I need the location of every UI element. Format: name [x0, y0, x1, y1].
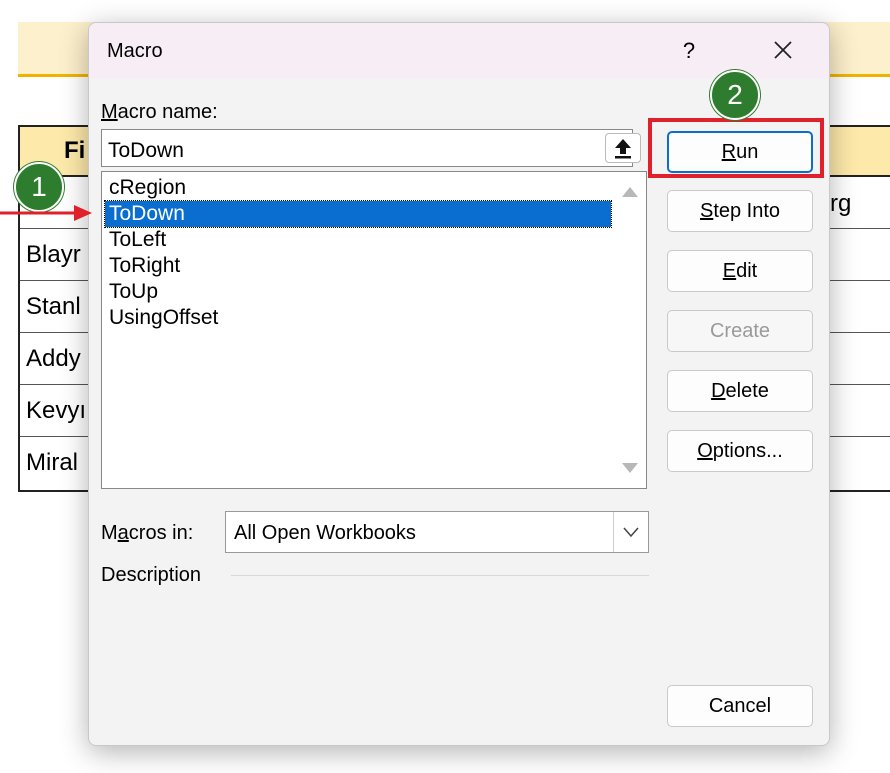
- macros-in-value: All Open Workbooks: [234, 522, 416, 544]
- chevron-down-icon[interactable]: [613, 512, 648, 552]
- close-icon: [774, 41, 792, 59]
- scroll-down-arrow-icon[interactable]: [620, 460, 640, 476]
- dialog-title: Macro: [107, 40, 163, 62]
- description-divider: [231, 575, 649, 576]
- cancel-button[interactable]: Cancel: [667, 685, 813, 727]
- macro-list-item[interactable]: ToRight: [105, 253, 611, 279]
- macro-list-item[interactable]: ToUp: [105, 279, 611, 305]
- sheet-header-text: Fi: [64, 137, 86, 164]
- upload-arrow-icon: [615, 139, 631, 159]
- run-highlight-box: [648, 118, 824, 178]
- macro-list-item-selected[interactable]: ToDown: [104, 200, 612, 228]
- sheet-cell[interactable]: Blayr: [26, 241, 81, 269]
- macro-list-item[interactable]: cRegion: [105, 175, 611, 201]
- red-arrow-icon: [0, 205, 92, 221]
- macro-list-item[interactable]: ToLeft: [105, 227, 611, 253]
- step-into-button[interactable]: Step Into: [667, 190, 813, 232]
- scroll-up-arrow-icon[interactable]: [620, 184, 640, 200]
- macro-name-input[interactable]: ToDown: [101, 129, 633, 167]
- sheet-cell[interactable]: Addy: [26, 345, 81, 373]
- macros-in-dropdown[interactable]: All Open Workbooks: [225, 511, 649, 553]
- create-button[interactable]: Create: [667, 310, 813, 352]
- edit-button[interactable]: Edit: [667, 250, 813, 292]
- description-label: Description: [101, 564, 202, 586]
- dialog-titlebar: Macro ?: [89, 23, 829, 79]
- help-button[interactable]: ?: [673, 35, 705, 67]
- options-button[interactable]: Options...: [667, 430, 813, 472]
- collapse-button[interactable]: [605, 133, 641, 163]
- macro-name-label: Macro name:: [101, 101, 218, 123]
- close-button[interactable]: [763, 33, 803, 69]
- sheet-cell[interactable]: Miral: [26, 449, 78, 477]
- sheet-cell[interactable]: Stanl: [26, 293, 81, 321]
- macros-in-label: Macros in:: [101, 522, 194, 544]
- macro-list[interactable]: cRegion ToDown ToLeft ToRight ToUp Using…: [101, 171, 647, 489]
- delete-button[interactable]: Delete: [667, 370, 813, 412]
- step-marker-2: 2: [710, 70, 760, 120]
- sheet-cell[interactable]: Kevyı: [26, 397, 86, 425]
- macro-list-item[interactable]: UsingOffset: [105, 305, 611, 331]
